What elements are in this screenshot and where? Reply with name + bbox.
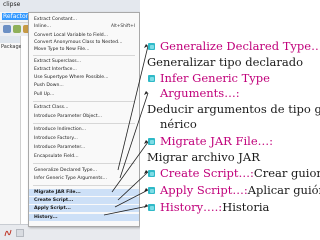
menu-item-apply-script[interactable]: Apply Script... xyxy=(29,205,139,212)
translation-text: Migrar archivo JAR xyxy=(147,150,260,164)
java-perspective-icon[interactable] xyxy=(4,229,12,237)
bullet-marker xyxy=(148,75,155,82)
translation-text: Deducir argumentos de tipo ge xyxy=(147,102,320,116)
package-explorer-tab[interactable] xyxy=(0,36,20,43)
menu-separator xyxy=(33,101,135,102)
menu-item[interactable]: Convert Local Variable to Field... xyxy=(29,32,139,39)
menu-item[interactable]: Convert Anonymous Class to Nested... xyxy=(29,39,139,46)
bullet-text-mixed: Apply Script…:Aplicar guión xyxy=(160,183,320,197)
menu-separator xyxy=(33,185,135,186)
eclipse-screenshot: clipse Refactor Package Explorer Extract… xyxy=(0,0,140,240)
menu-item-history[interactable]: History... xyxy=(29,214,139,221)
menu-item[interactable]: Introduce Indirection... xyxy=(29,126,139,133)
bullet-marker xyxy=(148,138,155,145)
save-icon[interactable] xyxy=(13,25,21,33)
menu-separator xyxy=(33,163,135,164)
menu-refactor[interactable]: Refactor xyxy=(2,13,30,20)
refactor-menu: Extract Constant... Inline... Alt+Shift+I… xyxy=(28,12,140,227)
menu-item-generalize[interactable]: Generalize Declared Type... xyxy=(29,167,139,174)
menu-item[interactable]: Push Down... xyxy=(29,82,139,89)
menu-item[interactable]: Introduce Factory... xyxy=(29,135,139,142)
menu-item[interactable]: Extract Constant... xyxy=(29,16,139,23)
bullet-text: Migrate JAR File…: xyxy=(160,134,273,148)
window-title: clipse xyxy=(3,1,21,8)
menu-separator xyxy=(33,123,135,124)
menu-item[interactable]: Introduce Parameter... xyxy=(29,144,139,151)
bullet-text-mixed: Create Script…:Crear guion xyxy=(160,166,320,180)
new-icon[interactable] xyxy=(3,25,11,33)
bullet-text-mixed: History….:Historia xyxy=(160,200,270,214)
menu-item[interactable]: Use Supertype Where Possible... xyxy=(29,74,139,81)
menu-item[interactable]: Extract Interface... xyxy=(29,66,139,73)
menu-item[interactable]: Move Type to New File... xyxy=(29,46,139,53)
console-icon[interactable] xyxy=(16,229,24,237)
bullet-marker xyxy=(148,204,155,211)
menu-item[interactable]: Encapsulate Field... xyxy=(29,153,139,160)
bullet-marker xyxy=(148,43,155,50)
menu-separator xyxy=(33,55,135,56)
menu-item[interactable]: Extract Superclass... xyxy=(29,58,139,65)
menu-item[interactable]: Pull Up... xyxy=(29,91,139,98)
menu-item-create-script[interactable]: Create Script... xyxy=(29,197,139,204)
bullet-marker xyxy=(148,170,155,177)
menu-item[interactable]: Introduce Parameter Object... xyxy=(29,113,139,120)
slide-content: Generalize Declared Type…: Generalizar t… xyxy=(141,0,320,240)
bullet-text: Arguments…: xyxy=(160,86,240,100)
package-explorer: Package Explorer xyxy=(0,36,44,240)
bullet-text: Generalize Declared Type…: xyxy=(160,39,320,53)
menu-item[interactable]: Inline... Alt+Shift+I xyxy=(29,23,139,30)
menu-item[interactable]: Extract Class... xyxy=(29,104,139,111)
bullet-marker xyxy=(148,187,155,194)
translation-text: nérico xyxy=(160,117,197,131)
bullet-text: Infer Generic Type xyxy=(160,71,270,85)
translation-text: Generalizar tipo declarado xyxy=(147,55,304,69)
menu-item-migrate-jar[interactable]: Migrate JAR File... xyxy=(29,189,139,196)
menu-item-infer-generic[interactable]: Infer Generic Type Arguments... xyxy=(29,175,139,182)
